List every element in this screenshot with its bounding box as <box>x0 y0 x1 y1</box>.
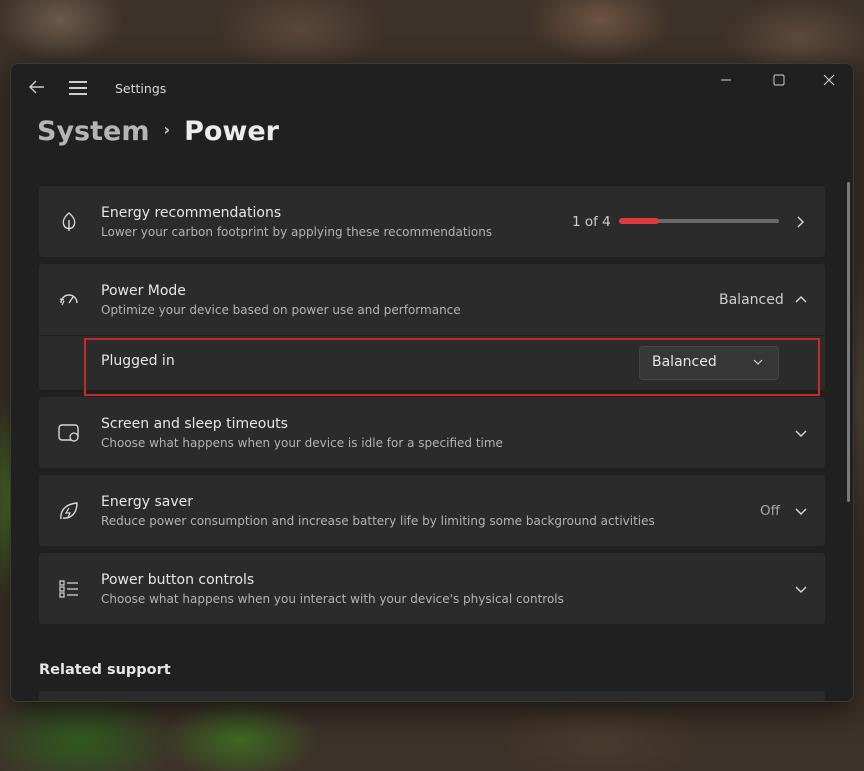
power-mode-card[interactable]: Power Mode Optimize your device based on… <box>39 264 825 335</box>
leaf-icon <box>62 212 76 231</box>
related-support-heading: Related support <box>39 662 171 678</box>
recommendation-progress-fill <box>619 218 659 224</box>
power-button-description: Choose what happens when you interact wi… <box>101 592 564 606</box>
back-arrow-icon[interactable] <box>26 76 48 98</box>
energy-saver-card[interactable]: Energy saver Reduce power consumption an… <box>39 475 825 546</box>
energy-recommendations-card[interactable]: Energy recommendations Lower your carbon… <box>39 186 825 257</box>
settings-window: Settings System › Power Energy recommendat… <box>10 63 854 702</box>
power-mode-title: Power Mode <box>101 283 186 299</box>
maximize-icon[interactable] <box>764 70 794 90</box>
related-support-card[interactable] <box>39 691 825 701</box>
title-bar: Settings <box>11 64 853 112</box>
chevron-right-icon[interactable] <box>794 215 808 229</box>
screen-sleep-title: Screen and sleep timeouts <box>101 416 288 432</box>
breadcrumb-separator: › <box>163 120 171 139</box>
screen-sleep-card[interactable]: Screen and sleep timeouts Choose what ha… <box>39 397 825 468</box>
scrollbar[interactable] <box>847 182 850 502</box>
screen-sleep-description: Choose what happens when your device is … <box>101 436 503 450</box>
highlight-box <box>84 338 820 396</box>
app-title: Settings <box>115 81 167 96</box>
power-mode-description: Optimize your device based on power use … <box>101 303 461 317</box>
energy-saver-value: Off <box>760 503 780 519</box>
close-icon[interactable] <box>814 70 844 90</box>
chevron-down-icon[interactable] <box>794 504 808 518</box>
power-button-card[interactable]: Power button controls Choose what happen… <box>39 553 825 624</box>
energy-recommendations-description: Lower your carbon footprint by applying … <box>101 225 493 239</box>
chevron-up-icon[interactable] <box>794 293 808 307</box>
chevron-down-icon[interactable] <box>794 582 808 596</box>
energy-saver-title: Energy saver <box>101 494 193 510</box>
energy-saver-icon <box>60 502 78 520</box>
breadcrumb-system[interactable]: System <box>37 116 149 147</box>
power-mode-value: Balanced <box>719 292 784 308</box>
energy-saver-description: Reduce power consumption and increase ba… <box>101 514 655 528</box>
screen-sleep-icon <box>58 424 79 442</box>
breadcrumb: System › Power <box>37 116 279 147</box>
recommendation-progress-text: 1 of 4 <box>572 214 611 230</box>
energy-recommendations-title: Energy recommendations <box>101 205 282 221</box>
power-button-title: Power button controls <box>101 572 255 588</box>
recommendation-progress-bar <box>619 218 779 224</box>
page-title: Power <box>184 116 279 147</box>
minimize-icon[interactable] <box>711 70 741 90</box>
list-settings-icon <box>59 580 78 598</box>
chevron-down-icon[interactable] <box>794 426 808 440</box>
speedometer-icon <box>59 294 78 306</box>
navigation-menu-icon[interactable] <box>69 81 87 95</box>
